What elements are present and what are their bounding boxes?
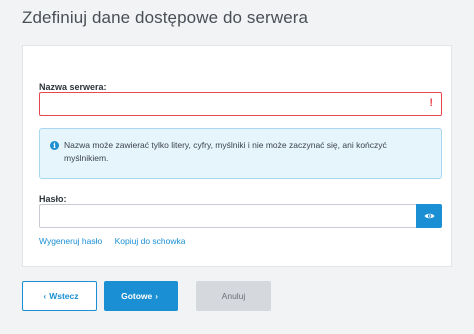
- back-button[interactable]: ‹ Wstecz: [22, 281, 97, 311]
- done-button-label: Gotowe: [121, 291, 153, 301]
- cancel-button-label: Anuluj: [221, 291, 246, 301]
- info-icon: i: [50, 141, 59, 150]
- password-input[interactable]: [39, 204, 417, 228]
- done-button[interactable]: Gotowe ›: [104, 281, 178, 311]
- server-name-input[interactable]: !: [39, 92, 442, 116]
- cancel-button[interactable]: Anuluj: [196, 281, 271, 311]
- error-icon: !: [429, 97, 433, 109]
- chevron-left-icon: ‹: [43, 291, 47, 301]
- page-title: Zdefiniuj dane dostępowe do serwera: [22, 8, 309, 27]
- info-message: i Nazwa może zawierać tylko litery, cyfr…: [39, 128, 442, 179]
- info-text: Nazwa może zawierać tylko litery, cyfry,…: [64, 140, 387, 163]
- server-name-label: Nazwa serwera:: [39, 82, 107, 92]
- generate-password-link[interactable]: Wygeneruj hasło: [39, 236, 102, 246]
- show-password-button[interactable]: [416, 204, 442, 228]
- eye-icon: [424, 213, 434, 219]
- back-button-label: Wstecz: [49, 291, 79, 301]
- copy-to-clipboard-link[interactable]: Kopiuj do schowka: [115, 236, 186, 246]
- server-credentials-card: Nazwa serwera: ! i Nazwa może zawierać t…: [22, 45, 452, 267]
- chevron-right-icon: ›: [155, 291, 158, 301]
- password-label: Hasło:: [39, 194, 67, 204]
